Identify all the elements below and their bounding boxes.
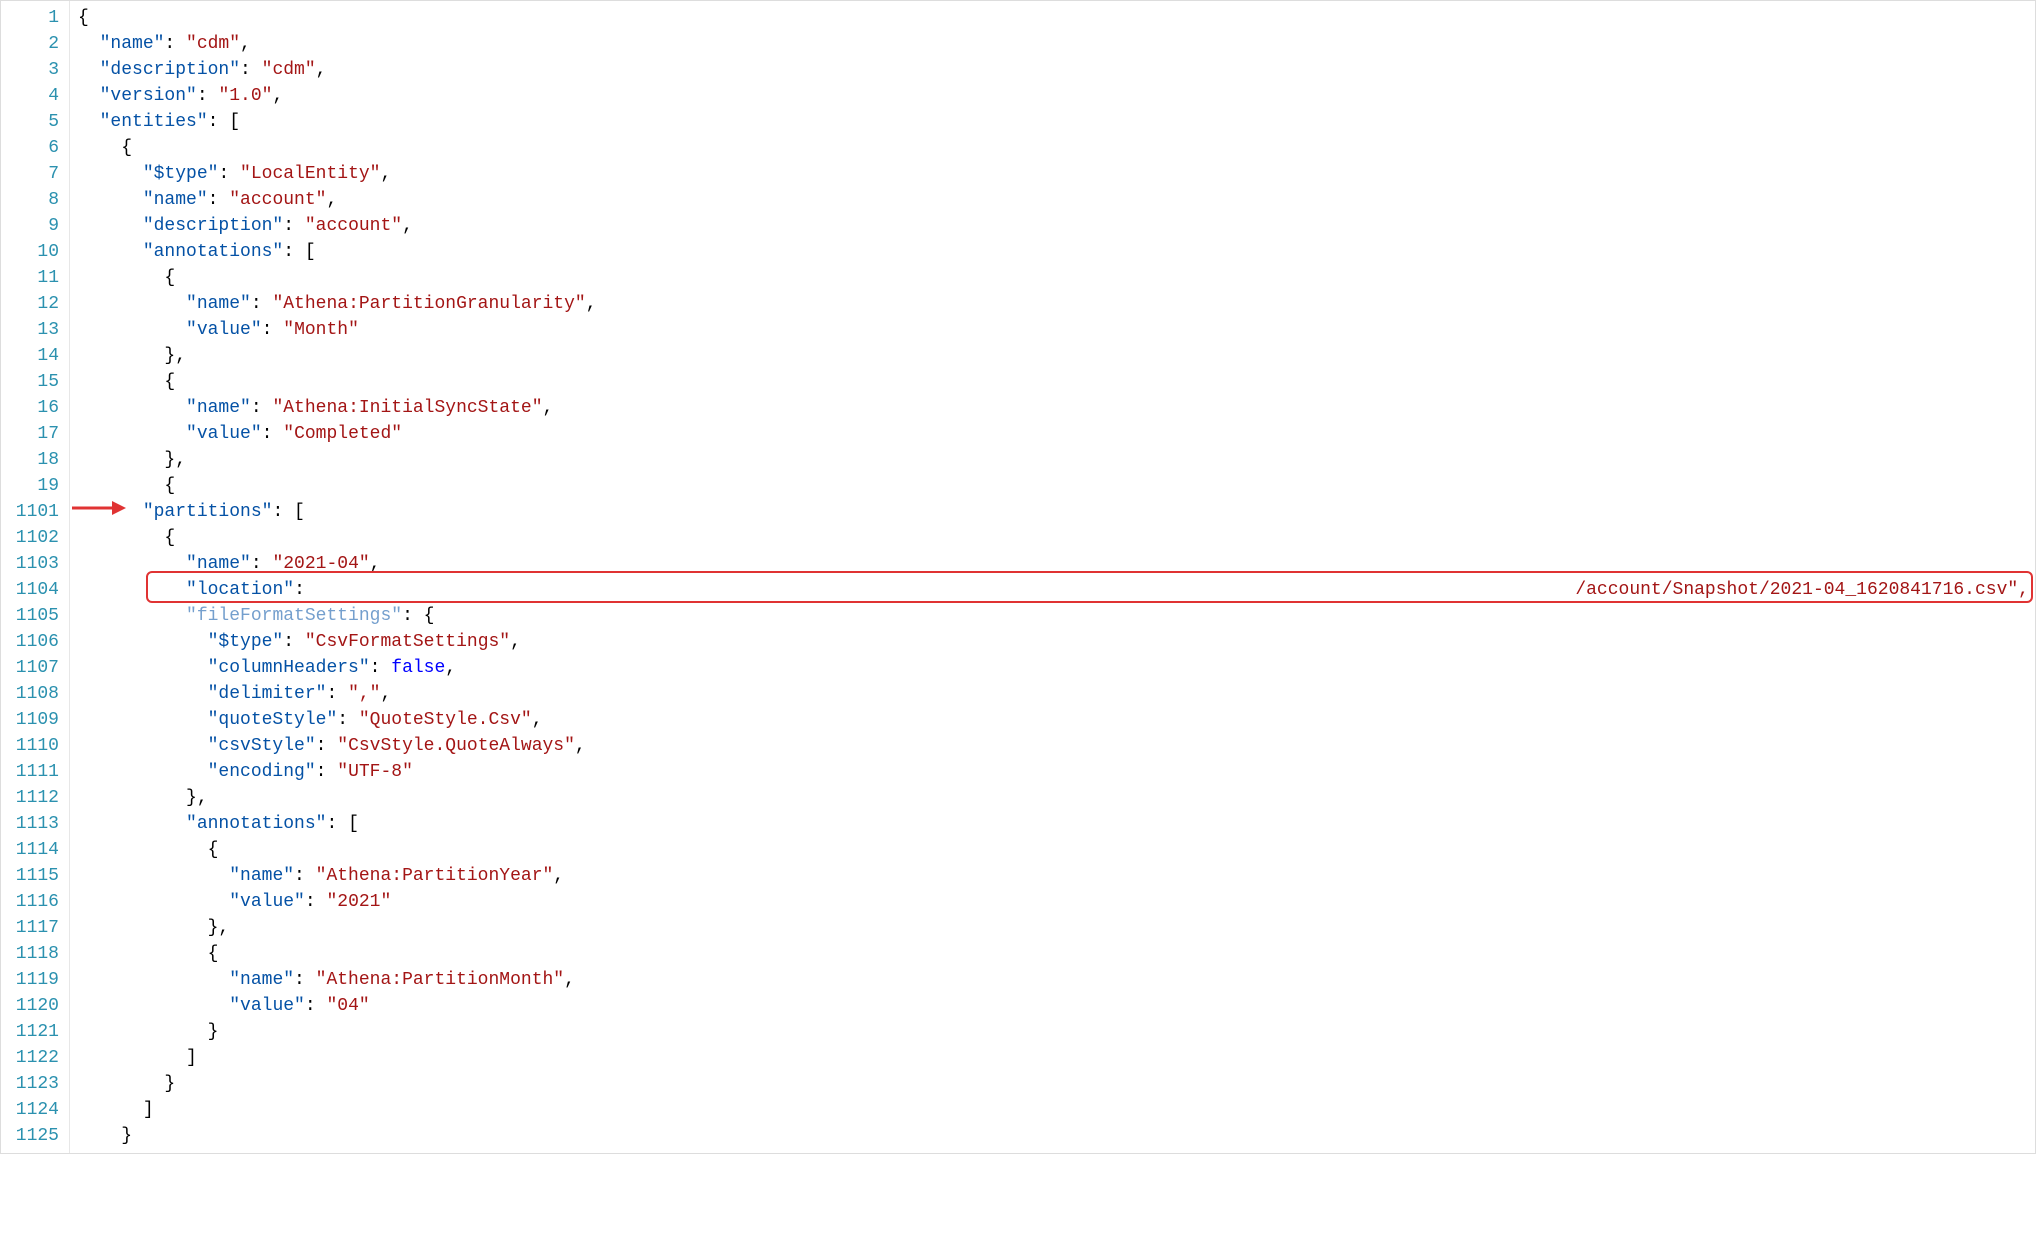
code-editor: 1234567891011121314151617181911011102110… <box>0 0 2036 1154</box>
line-number: 1108 <box>7 681 59 707</box>
code-line: { <box>78 473 2035 499</box>
code-line: "location": /account/Snapshot/2021-04_16… <box>78 577 2035 603</box>
line-number: 1 <box>7 5 59 31</box>
code-line: "partitions": [ <box>78 499 2035 525</box>
line-number: 1104 <box>7 577 59 603</box>
code-line: } <box>78 1123 2035 1149</box>
line-number: 1103 <box>7 551 59 577</box>
line-number: 4 <box>7 83 59 109</box>
code-line: ] <box>78 1097 2035 1123</box>
code-line: "name": "Athena:InitialSyncState", <box>78 395 2035 421</box>
code-line: "name": "account", <box>78 187 2035 213</box>
code-line: "quoteStyle": "QuoteStyle.Csv", <box>78 707 2035 733</box>
line-number: 1120 <box>7 993 59 1019</box>
line-number-gutter: 1234567891011121314151617181911011102110… <box>1 1 70 1153</box>
line-number: 16 <box>7 395 59 421</box>
line-number: 1105 <box>7 603 59 629</box>
code-line: ] <box>78 1045 2035 1071</box>
code-line: { <box>78 369 2035 395</box>
code-line: } <box>78 1019 2035 1045</box>
line-number: 1114 <box>7 837 59 863</box>
line-number: 13 <box>7 317 59 343</box>
code-line: "name": "cdm", <box>78 31 2035 57</box>
line-number: 7 <box>7 161 59 187</box>
line-number: 1106 <box>7 629 59 655</box>
code-line: "version": "1.0", <box>78 83 2035 109</box>
line-number: 6 <box>7 135 59 161</box>
line-number: 1102 <box>7 525 59 551</box>
line-number: 14 <box>7 343 59 369</box>
line-number: 1107 <box>7 655 59 681</box>
code-line: }, <box>78 785 2035 811</box>
line-number: 15 <box>7 369 59 395</box>
code-line: "value": "2021" <box>78 889 2035 915</box>
line-number: 1101 <box>7 499 59 525</box>
line-number: 10 <box>7 239 59 265</box>
code-line: "delimiter": ",", <box>78 681 2035 707</box>
line-number: 1124 <box>7 1097 59 1123</box>
code-line: { <box>78 135 2035 161</box>
code-line: "description": "account", <box>78 213 2035 239</box>
line-number: 1125 <box>7 1123 59 1149</box>
line-number: 1109 <box>7 707 59 733</box>
line-number: 1118 <box>7 941 59 967</box>
line-number: 18 <box>7 447 59 473</box>
code-line: { <box>78 941 2035 967</box>
line-number: 1123 <box>7 1071 59 1097</box>
line-number: 1121 <box>7 1019 59 1045</box>
code-line: "encoding": "UTF-8" <box>78 759 2035 785</box>
line-number: 12 <box>7 291 59 317</box>
code-line: "csvStyle": "CsvStyle.QuoteAlways", <box>78 733 2035 759</box>
code-line: { <box>78 525 2035 551</box>
line-number: 1116 <box>7 889 59 915</box>
code-line: { <box>78 5 2035 31</box>
code-line: "name": "Athena:PartitionGranularity", <box>78 291 2035 317</box>
line-number: 3 <box>7 57 59 83</box>
code-line: "name": "2021-04", <box>78 551 2035 577</box>
line-number: 9 <box>7 213 59 239</box>
line-number: 8 <box>7 187 59 213</box>
line-number: 1110 <box>7 733 59 759</box>
line-number: 1111 <box>7 759 59 785</box>
line-number: 5 <box>7 109 59 135</box>
code-line: }, <box>78 343 2035 369</box>
code-line: }, <box>78 915 2035 941</box>
code-line: "columnHeaders": false, <box>78 655 2035 681</box>
line-number: 1122 <box>7 1045 59 1071</box>
line-number: 1119 <box>7 967 59 993</box>
code-line: }, <box>78 447 2035 473</box>
code-line: "description": "cdm", <box>78 57 2035 83</box>
code-line: "name": "Athena:PartitionYear", <box>78 863 2035 889</box>
line-number: 19 <box>7 473 59 499</box>
code-line: } <box>78 1071 2035 1097</box>
line-number: 11 <box>7 265 59 291</box>
code-line: "annotations": [ <box>78 811 2035 837</box>
code-line: "annotations": [ <box>78 239 2035 265</box>
code-line: "$type": "LocalEntity", <box>78 161 2035 187</box>
code-line: "value": "Completed" <box>78 421 2035 447</box>
code-line: "$type": "CsvFormatSettings", <box>78 629 2035 655</box>
code-line: "name": "Athena:PartitionMonth", <box>78 967 2035 993</box>
line-number: 1112 <box>7 785 59 811</box>
code-line: "value": "04" <box>78 993 2035 1019</box>
line-number: 2 <box>7 31 59 57</box>
code-content[interactable]: { "name": "cdm", "description": "cdm", "… <box>70 1 2035 1153</box>
code-line: "entities": [ <box>78 109 2035 135</box>
line-number: 1115 <box>7 863 59 889</box>
line-number: 1117 <box>7 915 59 941</box>
code-line: { <box>78 837 2035 863</box>
code-line: { <box>78 265 2035 291</box>
code-line: "value": "Month" <box>78 317 2035 343</box>
line-number: 17 <box>7 421 59 447</box>
line-number: 1113 <box>7 811 59 837</box>
code-line: "fileFormatSettings": { <box>78 603 2035 629</box>
